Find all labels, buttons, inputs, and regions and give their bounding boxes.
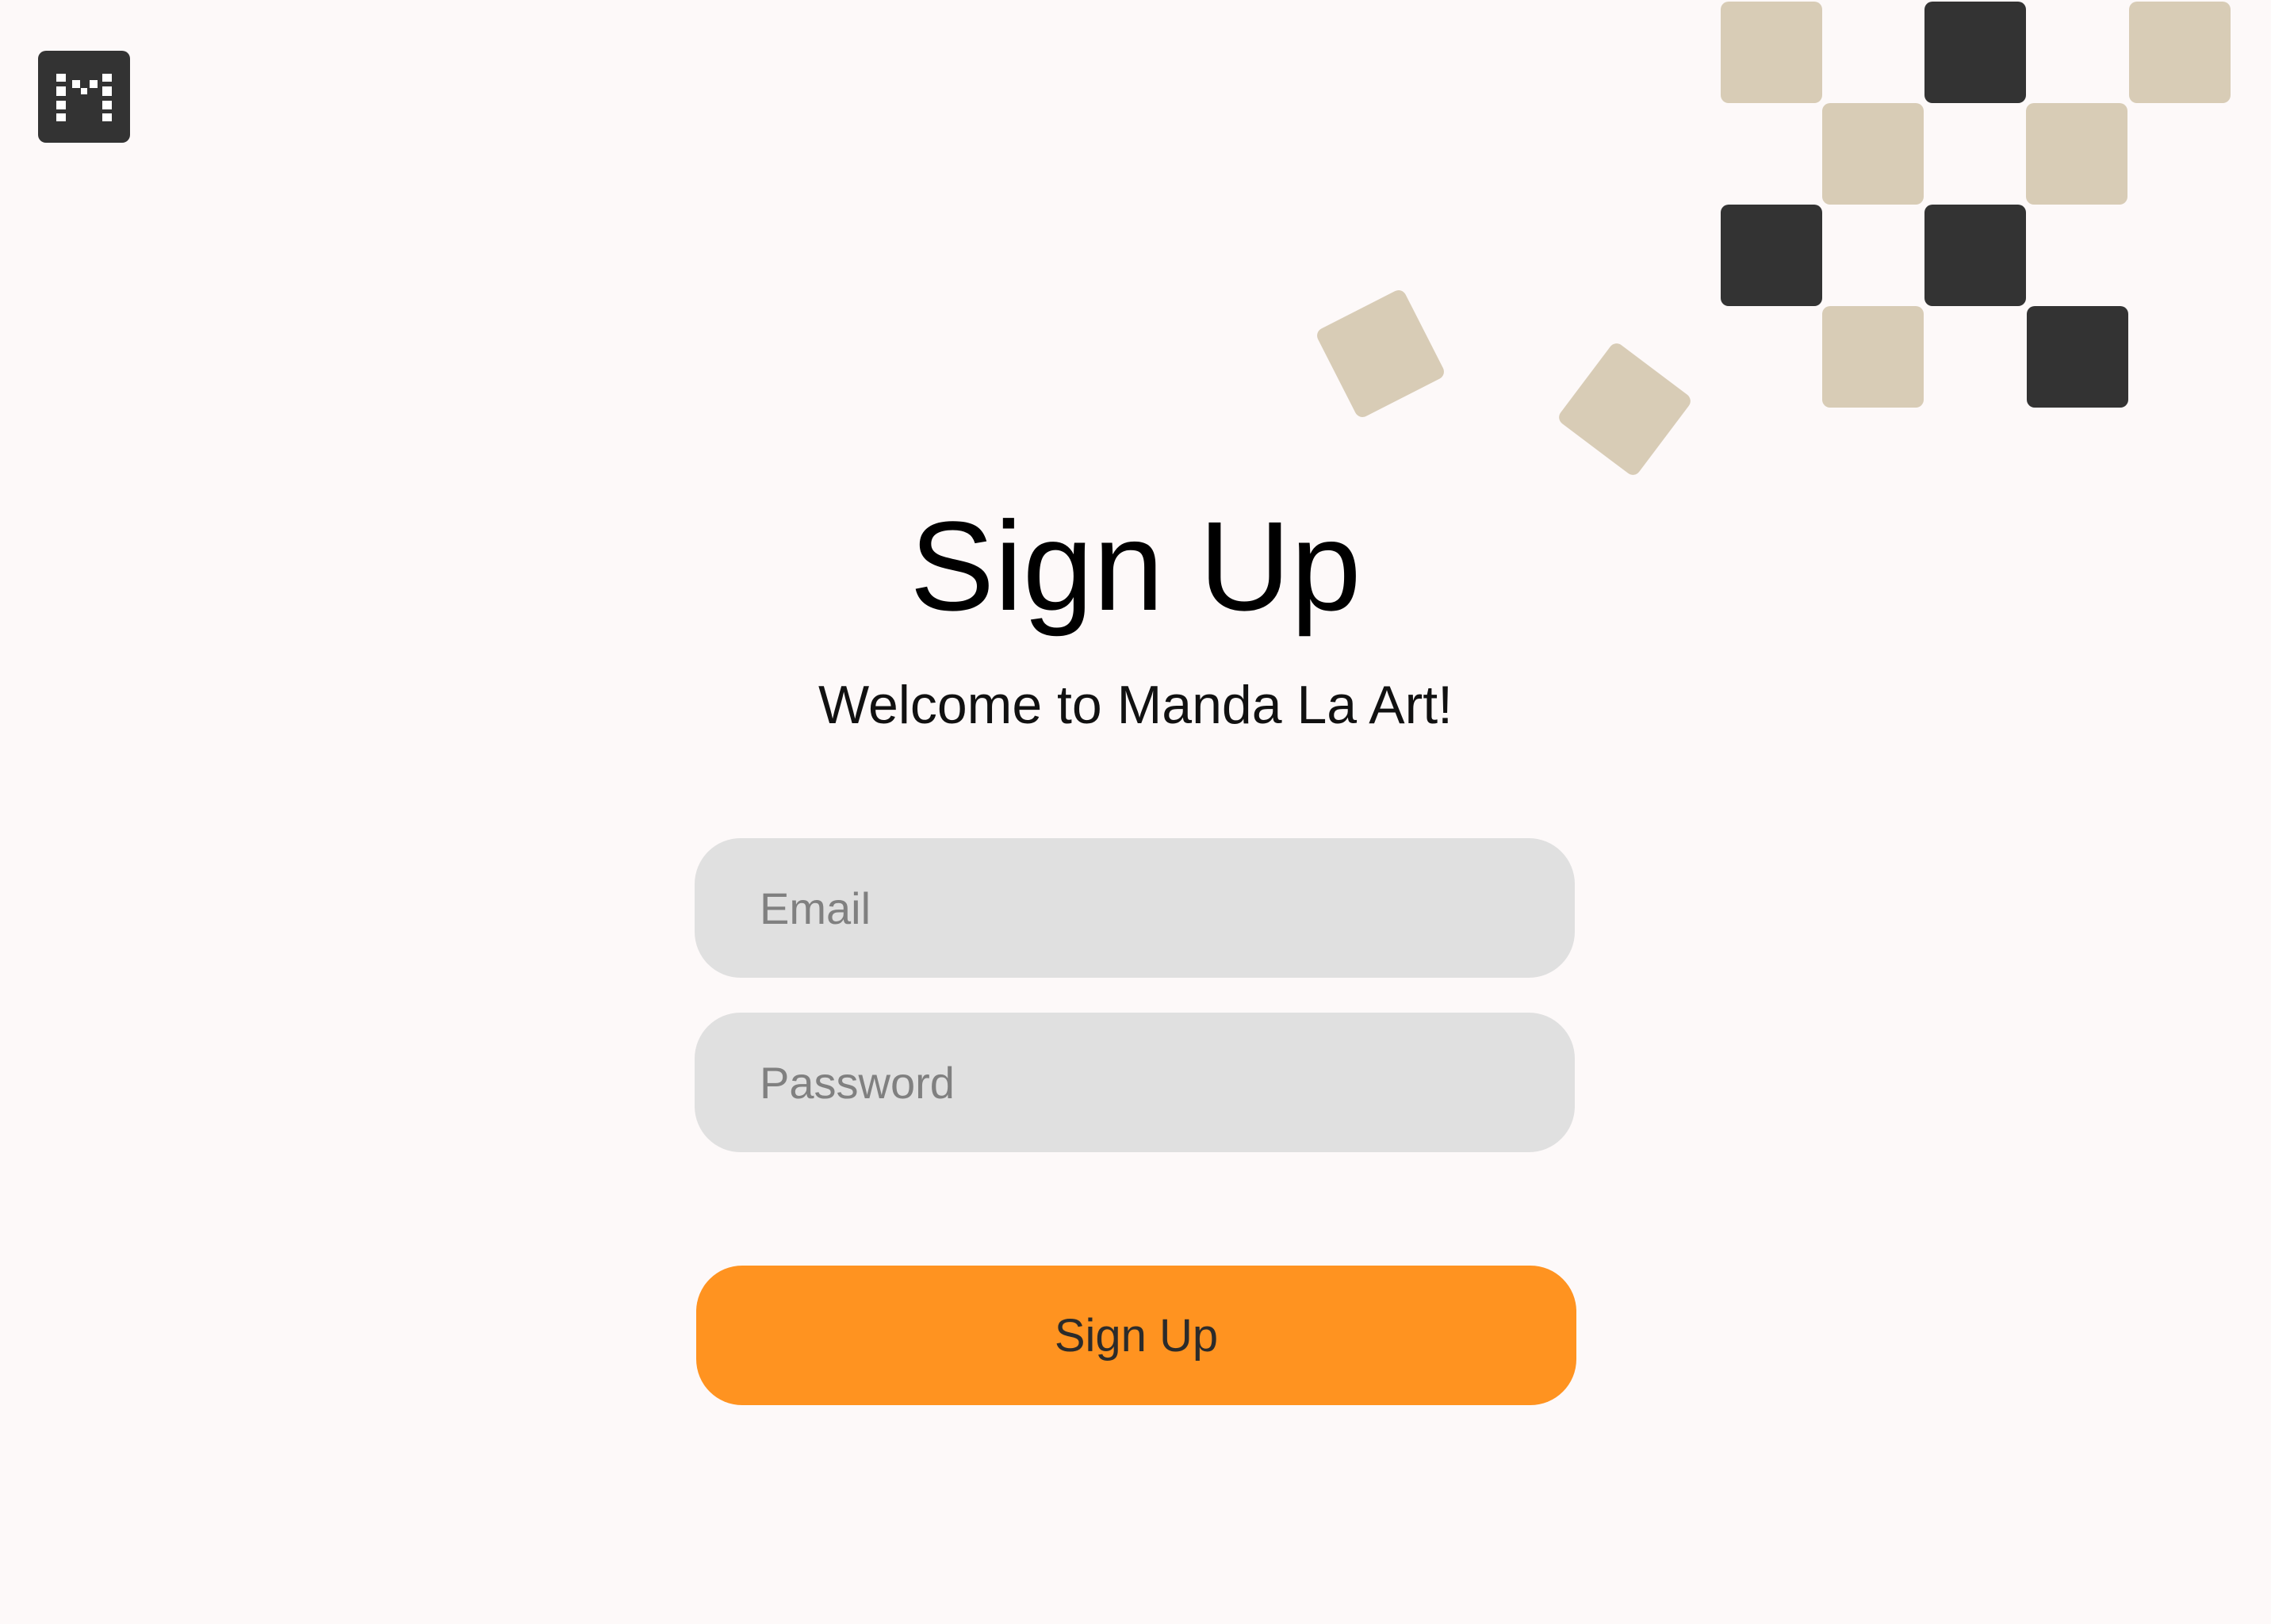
decor-tile-dark (1924, 205, 2026, 306)
decor-tile-dark (1924, 2, 2026, 103)
decor-tile-beige (2026, 103, 2127, 205)
page-title: Sign Up (910, 495, 1361, 637)
password-field[interactable]: Password (695, 1013, 1575, 1152)
email-placeholder: Email (760, 883, 871, 933)
email-field[interactable]: Email (695, 838, 1575, 978)
decor-tile-beige (1822, 306, 1924, 408)
checkerboard-decoration (1314, 0, 2271, 508)
decor-tile-beige (1721, 2, 1822, 103)
decor-tile-beige (1822, 103, 1924, 205)
password-placeholder: Password (760, 1057, 955, 1108)
decor-tile-dark (2027, 306, 2128, 408)
app-logo[interactable] (38, 51, 130, 143)
decor-tile-beige-tilted (1314, 287, 1447, 420)
sign-up-button[interactable]: Sign Up (696, 1266, 1576, 1405)
pixel-m-logo-icon (56, 74, 112, 121)
decor-tile-dark (1721, 205, 1822, 306)
sign-up-button-label: Sign Up (1054, 1309, 1219, 1362)
decor-tile-beige (2129, 2, 2231, 103)
welcome-subtitle: Welcome to Manda La Art! (818, 675, 1453, 735)
decor-tile-beige-tilted (1556, 340, 1694, 478)
